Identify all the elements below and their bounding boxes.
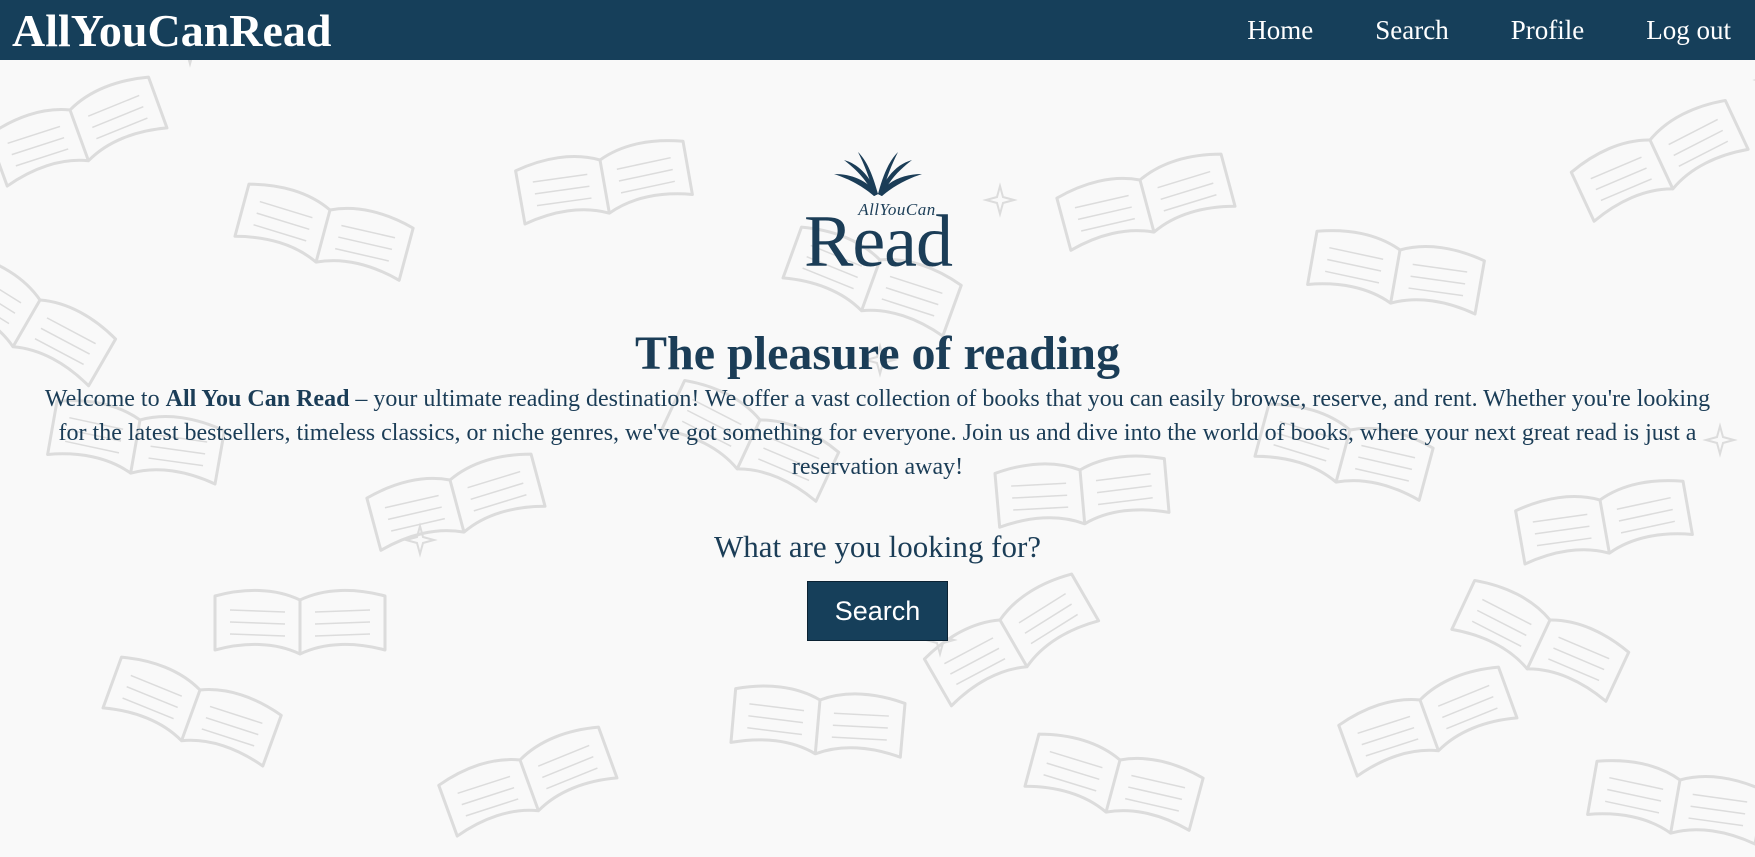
nav-search[interactable]: Search — [1375, 15, 1448, 46]
page-headline: The pleasure of reading — [635, 327, 1120, 380]
top-navbar: AllYouCanRead Home Search Profile Log ou… — [0, 0, 1755, 60]
nav-profile[interactable]: Profile — [1511, 15, 1585, 46]
logo-big-text: Read — [803, 201, 953, 283]
search-button[interactable]: Search — [807, 581, 948, 641]
main-content: AllYouCan Read The pleasure of reading W… — [0, 60, 1755, 857]
intro-site-name: All You Can Read — [165, 386, 350, 412]
site-logo: AllYouCan Read — [774, 150, 982, 283]
nav-logout[interactable]: Log out — [1646, 15, 1731, 46]
open-book-icon — [834, 152, 922, 196]
intro-paragraph: Welcome to All You Can Read – your ultim… — [40, 382, 1715, 484]
intro-before: Welcome to — [44, 386, 166, 412]
search-prompt: What are you looking for? — [713, 529, 1042, 564]
brand-logo-text[interactable]: AllYouCanRead — [12, 3, 332, 59]
nav-links: Home Search Profile Log out — [1185, 0, 1731, 60]
nav-home[interactable]: Home — [1247, 15, 1313, 46]
